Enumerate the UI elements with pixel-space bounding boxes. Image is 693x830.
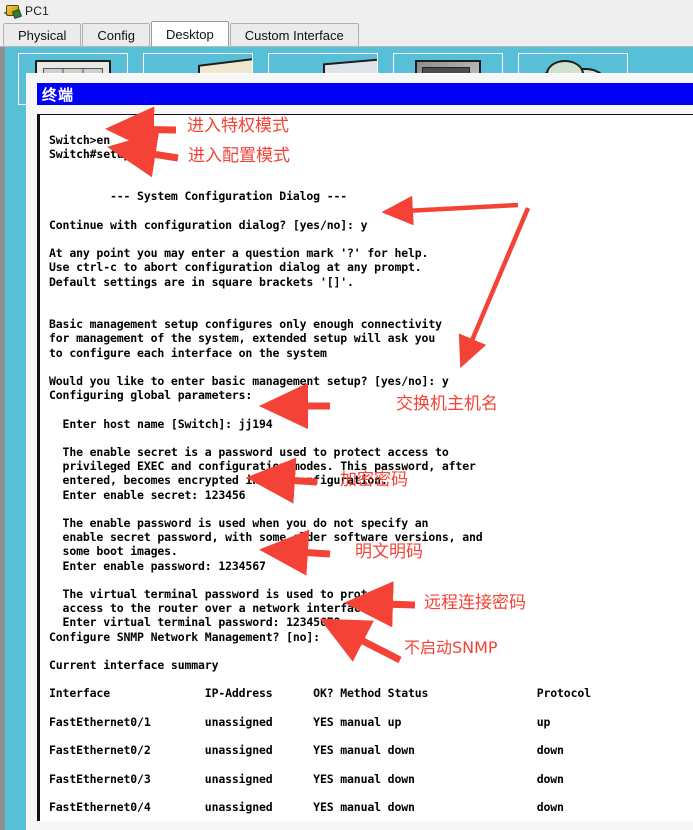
- console-text: Switch>en Switch#setup --- System Config…: [49, 132, 591, 815]
- window-titlebar: PC1: [0, 0, 693, 21]
- terminal-window: 终端 Switch>en Switch#setup --- System Con…: [27, 74, 693, 830]
- desktop-panel: 终端 Switch>en Switch#setup --- System Con…: [0, 47, 693, 830]
- terminal-title: 终端: [42, 85, 75, 104]
- window-title: PC1: [25, 3, 49, 18]
- tabbar: Physical Config Desktop Custom Interface: [0, 21, 693, 47]
- device-config-window: PC1 Physical Config Desktop Custom Inter…: [0, 0, 693, 830]
- tab-custom-interface[interactable]: Custom Interface: [229, 23, 359, 46]
- terminal-output-area[interactable]: Switch>en Switch#setup --- System Config…: [37, 114, 693, 821]
- terminal-titlebar: 终端: [37, 83, 693, 105]
- pc-device-icon: [3, 4, 23, 19]
- tab-config[interactable]: Config: [82, 23, 150, 46]
- tab-desktop[interactable]: Desktop: [151, 21, 229, 46]
- tab-physical[interactable]: Physical: [3, 23, 82, 46]
